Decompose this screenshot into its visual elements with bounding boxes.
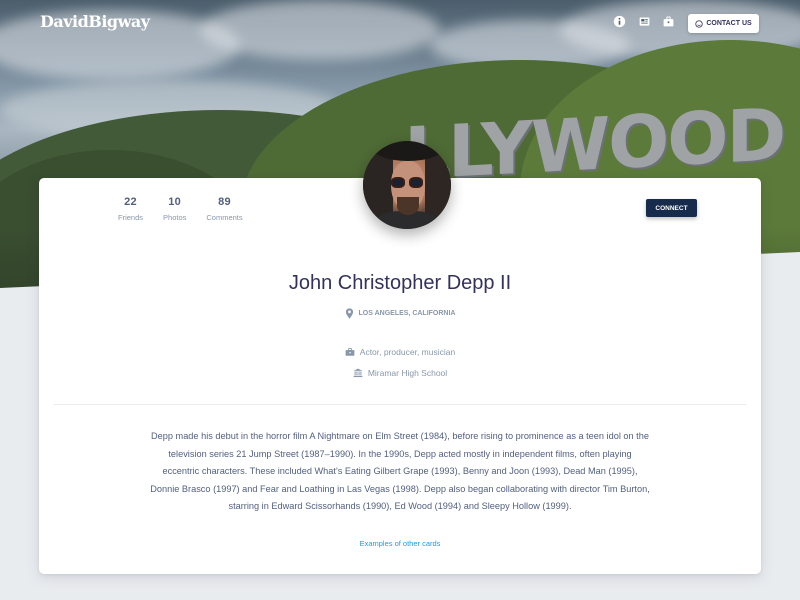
- stat-comments: 89 Comments: [206, 196, 242, 222]
- newspaper-icon[interactable]: [638, 15, 652, 29]
- education-text: Miramar High School: [367, 368, 448, 378]
- stat-value: 22: [124, 196, 137, 208]
- briefcase-icon[interactable]: [662, 15, 676, 29]
- occupation-text: Actor, producer, musician: [359, 347, 456, 357]
- briefcase-icon: [345, 348, 355, 356]
- info-icon[interactable]: [613, 15, 627, 29]
- location-pin-icon: [345, 308, 353, 319]
- profile-bio: Depp made his debut in the horror film A…: [150, 431, 650, 511]
- brand-logo[interactable]: DavidBigway: [40, 12, 150, 31]
- stat-label: Photos: [163, 213, 187, 222]
- profile-education: Miramar High School: [39, 368, 761, 378]
- university-icon: [353, 368, 363, 378]
- avatar: [363, 141, 451, 229]
- divider: [54, 404, 746, 405]
- stat-value: 89: [218, 196, 231, 208]
- profile-name: John Christopher Depp II: [288, 272, 512, 294]
- stat-value: 10: [168, 196, 182, 208]
- profile-location: LOS ANGELES, CALIFORNIA: [39, 308, 761, 319]
- other-cards-link[interactable]: Examples of other cards: [39, 539, 761, 548]
- profile-stats: 22 Friends 10 Photos 89 Comments: [118, 196, 263, 222]
- contact-us-label: CONTACT US: [706, 20, 752, 27]
- location-text: LOS ANGELES, CALIFORNIA: [358, 310, 456, 317]
- stat-photos: 10 Photos: [163, 196, 186, 222]
- stat-friends: 22 Friends: [118, 196, 143, 222]
- stat-label: Comments: [206, 213, 243, 222]
- contact-us-button[interactable]: CONTACT US: [688, 14, 759, 33]
- profile-occupation: Actor, producer, musician: [39, 347, 761, 357]
- smiley-icon: [695, 19, 703, 28]
- stat-label: Friends: [118, 213, 144, 222]
- navbar: DavidBigway CONTACT US: [0, 0, 800, 46]
- profile-card: 22 Friends 10 Photos 89 Comments CONNECT…: [39, 178, 761, 574]
- connect-button[interactable]: CONNECT: [646, 199, 697, 217]
